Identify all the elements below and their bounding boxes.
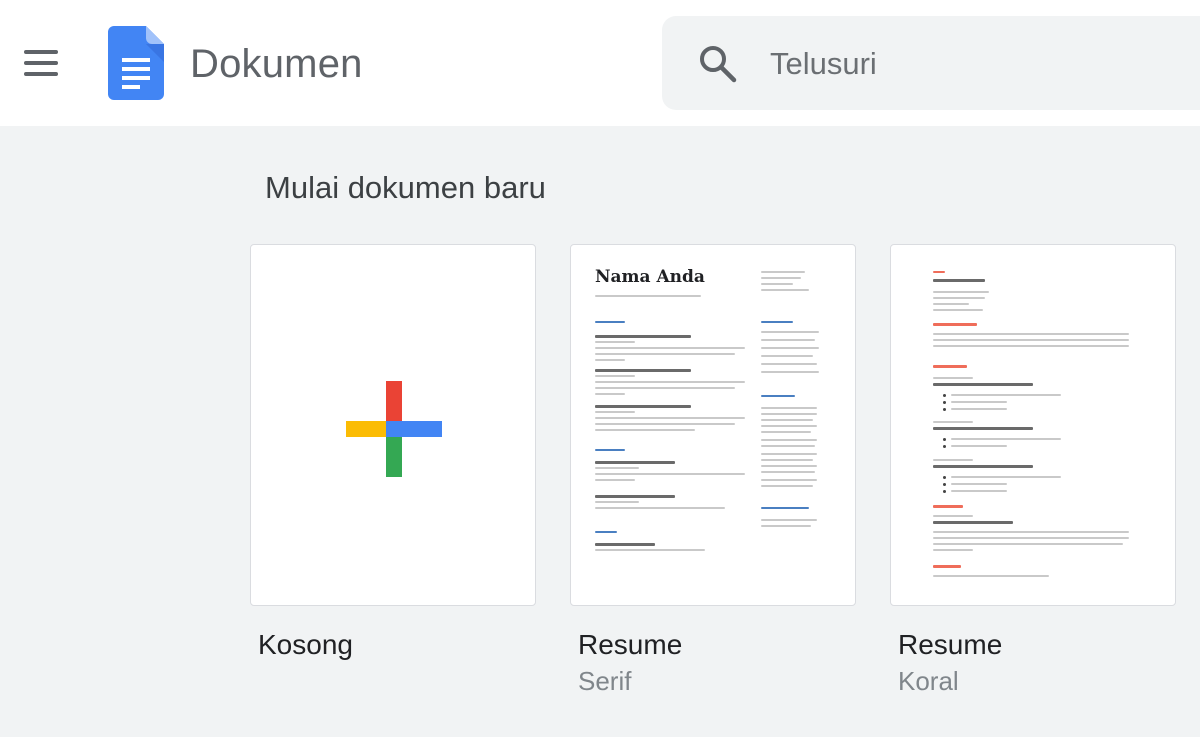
search-input[interactable] bbox=[770, 40, 1190, 88]
google-docs-icon[interactable] bbox=[108, 26, 164, 100]
search-icon[interactable] bbox=[698, 44, 738, 84]
template-subtitle: Serif bbox=[578, 666, 632, 696]
resume-preview-name: Nama Anda bbox=[595, 267, 705, 287]
section-title: Mulai dokumen baru bbox=[265, 170, 546, 205]
template-thumbnail-resume-serif[interactable]: Nama Anda bbox=[570, 244, 856, 606]
template-thumbnail-resume-coral[interactable] bbox=[890, 244, 1176, 606]
template-resume-coral[interactable]: Resume Koral bbox=[890, 244, 1176, 696]
template-resume-serif[interactable]: Nama Anda Resume Serif bbox=[570, 244, 856, 696]
top-app-bar: Dokumen bbox=[0, 0, 1200, 126]
plus-icon bbox=[346, 381, 442, 477]
template-title: Resume bbox=[578, 629, 683, 660]
app-title[interactable]: Dokumen bbox=[190, 38, 363, 90]
template-blank[interactable]: Kosong bbox=[250, 244, 536, 660]
template-title: Resume bbox=[898, 629, 1003, 660]
template-thumbnail-blank[interactable] bbox=[250, 244, 536, 606]
template-subtitle: Koral bbox=[898, 666, 959, 696]
template-title: Kosong bbox=[258, 629, 353, 660]
hamburger-menu-icon[interactable] bbox=[22, 48, 60, 78]
